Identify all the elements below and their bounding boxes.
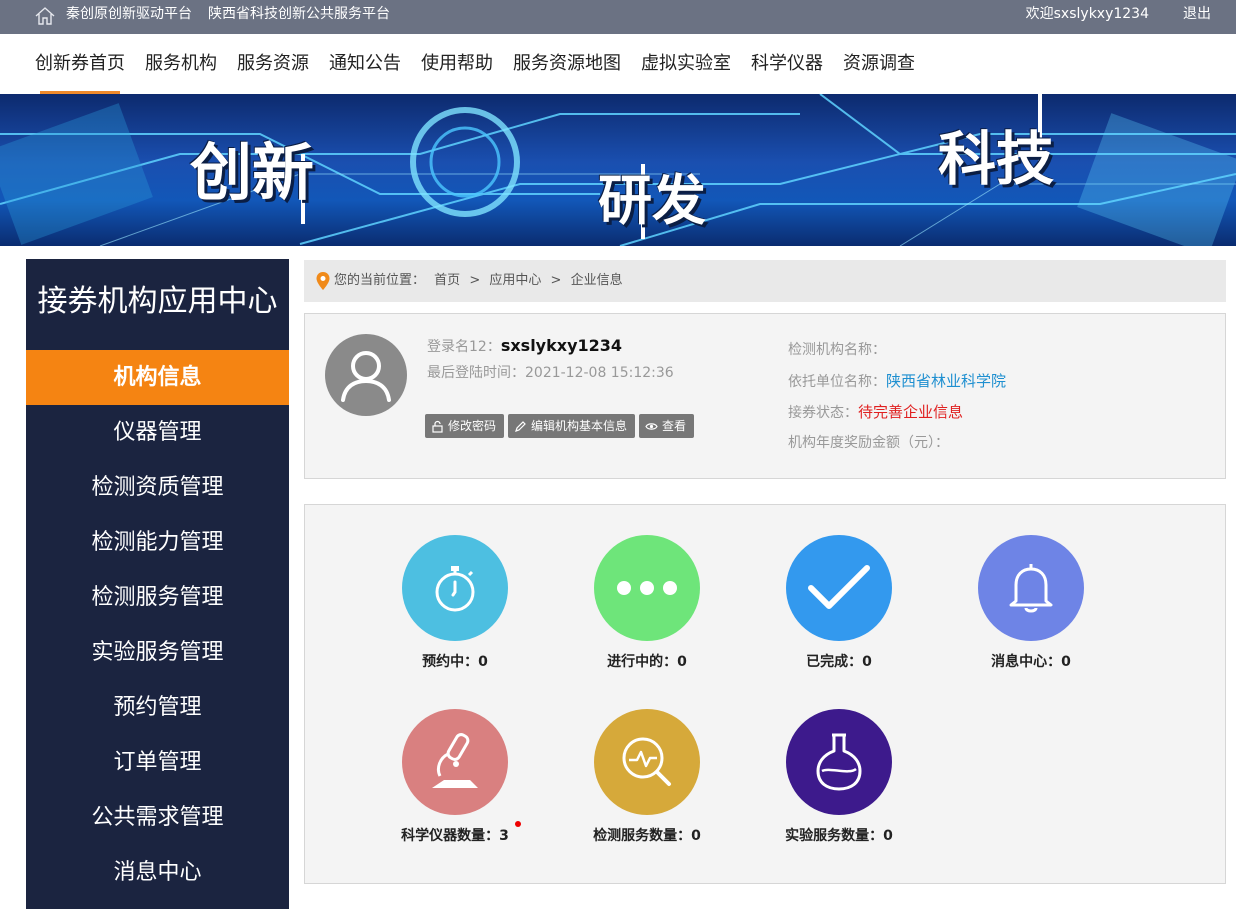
nav-item-resource-map[interactable]: 服务资源地图 — [513, 34, 621, 94]
award-row: 机构年度奖励金额（元）： — [788, 433, 1006, 464]
avatar — [325, 334, 407, 416]
location-pin-icon — [316, 272, 330, 290]
stopwatch-icon — [435, 566, 475, 612]
user-icon — [341, 351, 391, 402]
breadcrumb-prefix: 您的当前位置： — [334, 273, 426, 288]
stat-circle — [594, 709, 700, 815]
stat-circle — [594, 535, 700, 641]
nav-item-notices[interactable]: 通知公告 — [329, 34, 401, 94]
status-value: 待完善企业信息 — [858, 403, 964, 421]
change-password-label: 修改密码 — [448, 419, 497, 433]
sidebar-item-instrument-mgmt[interactable]: 仪器管理 — [26, 405, 289, 460]
org-name-row: 检测机构名称： — [788, 340, 1006, 371]
sidebar: 接券机构应用中心 机构信息 仪器管理 检测资质管理 检测能力管理 检测服务管理 … — [26, 259, 289, 909]
bell-icon — [1009, 564, 1053, 613]
nav-item-virtual-lab[interactable]: 虚拟实验室 — [641, 34, 731, 94]
stat-completed-label: 已完成：0 — [806, 654, 872, 670]
sidebar-item-lab-service-mgmt[interactable]: 实验服务管理 — [26, 625, 289, 680]
breadcrumb-separator: > — [469, 273, 481, 288]
sidebar-item-order-mgmt[interactable]: 订单管理 — [26, 735, 289, 790]
main-nav: 创新券首页 服务机构 服务资源 通知公告 使用帮助 服务资源地图 虚拟实验室 科… — [0, 34, 1236, 94]
lock-icon — [432, 420, 443, 433]
microscope-icon — [432, 733, 478, 788]
stat-lab-services[interactable]: 实验服务数量：0 — [759, 709, 919, 845]
sidebar-title: 接券机构应用中心 — [37, 284, 278, 319]
top-bar: 秦创原创新驱动平台 陕西省科技创新公共服务平台 欢迎sxslykxy1234 退… — [0, 0, 1236, 34]
stat-booking[interactable]: 预约中：0 — [375, 535, 535, 671]
nav-item-instruments[interactable]: 科学仪器 — [751, 34, 823, 94]
link-qinchuangyuan[interactable]: 秦创原创新驱动平台 — [66, 0, 192, 28]
sidebar-item-booking-mgmt[interactable]: 预约管理 — [26, 680, 289, 735]
stats-panel: 预约中：0 进行中的：0 已完成：0 消息中心：0 科学仪器数量：3 检测服务数… — [304, 504, 1226, 884]
eye-icon — [645, 422, 658, 430]
home-icon[interactable] — [34, 6, 56, 26]
nav-item-survey[interactable]: 资源调查 — [843, 34, 915, 94]
checkmark-icon — [808, 565, 870, 609]
parent-org-row: 依托单位名称：陕西省林业科学院 — [788, 371, 1006, 402]
stat-completed[interactable]: 已完成：0 — [759, 535, 919, 671]
stat-circle — [978, 535, 1084, 641]
stat-in-progress-label: 进行中的：0 — [607, 654, 687, 670]
breadcrumb-separator: > — [550, 273, 562, 288]
nav-item-help[interactable]: 使用帮助 — [421, 34, 493, 94]
stat-circle — [786, 709, 892, 815]
pencil-icon — [515, 420, 526, 432]
stat-lab-services-label: 实验服务数量：0 — [785, 828, 893, 844]
banner: 创新 研发 科技 — [0, 94, 1236, 246]
stat-booking-label: 预约中：0 — [422, 654, 488, 670]
award-label: 机构年度奖励金额（元）： — [788, 435, 949, 451]
banner-word-rnd: 研发 — [598, 169, 706, 232]
sidebar-item-testing-service-mgmt[interactable]: 检测服务管理 — [26, 570, 289, 625]
login-line: 登录名12：sxslykxy1234 — [427, 336, 622, 356]
view-label: 查看 — [662, 419, 687, 433]
last-login-time: 最后登陆时间：2021-12-08 15:12:36 — [427, 365, 674, 381]
logout-link[interactable]: 退出 — [1183, 0, 1211, 28]
stat-messages-label: 消息中心：0 — [991, 654, 1071, 670]
flask-icon — [816, 733, 862, 791]
stat-instruments-label: 科学仪器数量：3 — [401, 821, 521, 845]
link-shaanxi-platform[interactable]: 陕西省科技创新公共服务平台 — [208, 0, 390, 28]
view-button[interactable]: 查看 — [639, 414, 695, 438]
stat-in-progress[interactable]: 进行中的：0 — [567, 535, 727, 671]
status-label: 接券状态： — [788, 405, 858, 421]
stat-circle — [402, 535, 508, 641]
org-name-label: 检测机构名称： — [788, 342, 886, 358]
nav-item-service-org[interactable]: 服务机构 — [145, 34, 217, 94]
stat-instruments[interactable]: 科学仪器数量：3 — [375, 709, 535, 845]
more-dots-icon — [617, 581, 677, 595]
parent-org-label: 依托单位名称： — [788, 374, 886, 390]
stat-messages[interactable]: 消息中心：0 — [951, 535, 1111, 671]
sidebar-item-messages[interactable]: 消息中心 — [26, 845, 289, 900]
sidebar-item-capability-mgmt[interactable]: 检测能力管理 — [26, 515, 289, 570]
sidebar-item-public-demand-mgmt[interactable]: 公共需求管理 — [26, 790, 289, 845]
status-row: 接券状态：待完善企业信息 — [788, 402, 1006, 433]
sidebar-item-org-info[interactable]: 机构信息 — [26, 350, 289, 405]
change-password-button[interactable]: 修改密码 — [425, 414, 505, 438]
stat-circle — [402, 709, 508, 815]
analysis-search-icon — [622, 737, 671, 786]
parent-org-link[interactable]: 陕西省林业科学院 — [886, 372, 1006, 390]
banner-word-innovation: 创新 — [190, 136, 315, 209]
stat-testing-services-label: 检测服务数量：0 — [593, 828, 701, 844]
nav-item-service-resources[interactable]: 服务资源 — [237, 34, 309, 94]
notification-dot — [514, 821, 521, 827]
breadcrumb-current: 企业信息 — [570, 273, 623, 288]
nav-item-home[interactable]: 创新券首页 — [35, 34, 125, 94]
breadcrumb: 您的当前位置： 首页 > 应用中心 > 企业信息 — [304, 260, 1226, 302]
breadcrumb-app-center[interactable]: 应用中心 — [489, 273, 541, 288]
stat-instruments-text: 科学仪器数量：3 — [401, 828, 509, 844]
edit-org-info-label: 编辑机构基本信息 — [531, 419, 628, 433]
banner-word-tech: 科技 — [938, 125, 1055, 193]
login-name: sxslykxy1234 — [500, 336, 623, 355]
edit-org-info-button[interactable]: 编辑机构基本信息 — [508, 414, 636, 438]
login-label: 登录名12： — [427, 339, 501, 355]
breadcrumb-home[interactable]: 首页 — [434, 273, 460, 288]
welcome-user[interactable]: 欢迎sxslykxy1234 — [1026, 0, 1149, 28]
stat-circle — [786, 535, 892, 641]
sidebar-item-qualification-mgmt[interactable]: 检测资质管理 — [26, 460, 289, 515]
stat-testing-services[interactable]: 检测服务数量：0 — [567, 709, 727, 845]
profile-panel: 登录名12：sxslykxy1234 最后登陆时间：2021-12-08 15:… — [304, 313, 1226, 479]
org-info: 检测机构名称： 依托单位名称：陕西省林业科学院 接券状态：待完善企业信息 机构年… — [788, 340, 1006, 464]
